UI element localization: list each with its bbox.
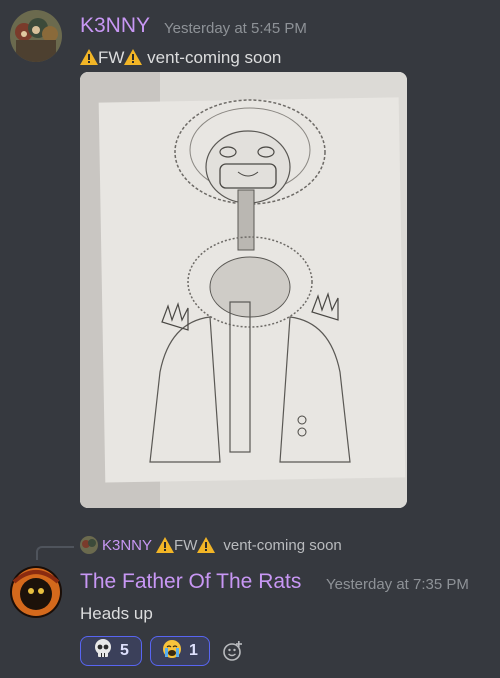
reaction-count: 5 bbox=[120, 642, 129, 659]
k3nny-avatar[interactable] bbox=[10, 10, 62, 62]
message-rest-text: vent-coming soon bbox=[147, 48, 282, 67]
timestamp[interactable]: Yesterday at 5:45 PM bbox=[164, 20, 307, 37]
father-of-rats-avatar[interactable] bbox=[10, 566, 62, 618]
reply-fw-text: FW bbox=[174, 536, 198, 554]
add-emoji-icon bbox=[223, 641, 242, 661]
message-text: FW vent-coming soon bbox=[80, 48, 281, 68]
warning-icon bbox=[124, 49, 143, 65]
message-text: Heads up bbox=[80, 604, 153, 623]
timestamp[interactable]: Yesterday at 7:35 PM bbox=[326, 576, 469, 593]
reply-connector bbox=[36, 546, 74, 560]
warning-icon bbox=[197, 537, 216, 553]
reaction-crying-face[interactable]: 1 bbox=[150, 636, 210, 666]
sketch-image bbox=[80, 72, 407, 508]
username[interactable]: K3NNY bbox=[80, 14, 150, 38]
image-attachment[interactable] bbox=[80, 72, 407, 508]
reply-rest-text: vent-coming soon bbox=[223, 536, 342, 554]
username[interactable]: The Father Of The Rats bbox=[80, 570, 301, 594]
crying-face-icon bbox=[162, 639, 182, 664]
reply-reference[interactable]: K3NNY FW vent-coming soon bbox=[80, 536, 342, 554]
skull-icon bbox=[93, 638, 113, 664]
fw-text: FW bbox=[98, 48, 125, 67]
reaction-skull[interactable]: 5 bbox=[80, 636, 142, 666]
reaction-count: 1 bbox=[189, 642, 198, 659]
warning-icon bbox=[80, 49, 98, 65]
reply-username[interactable]: K3NNY bbox=[102, 537, 152, 554]
warning-icon bbox=[156, 537, 175, 553]
add-reaction-button[interactable] bbox=[222, 640, 244, 662]
k3nny-mini-avatar bbox=[80, 536, 98, 554]
